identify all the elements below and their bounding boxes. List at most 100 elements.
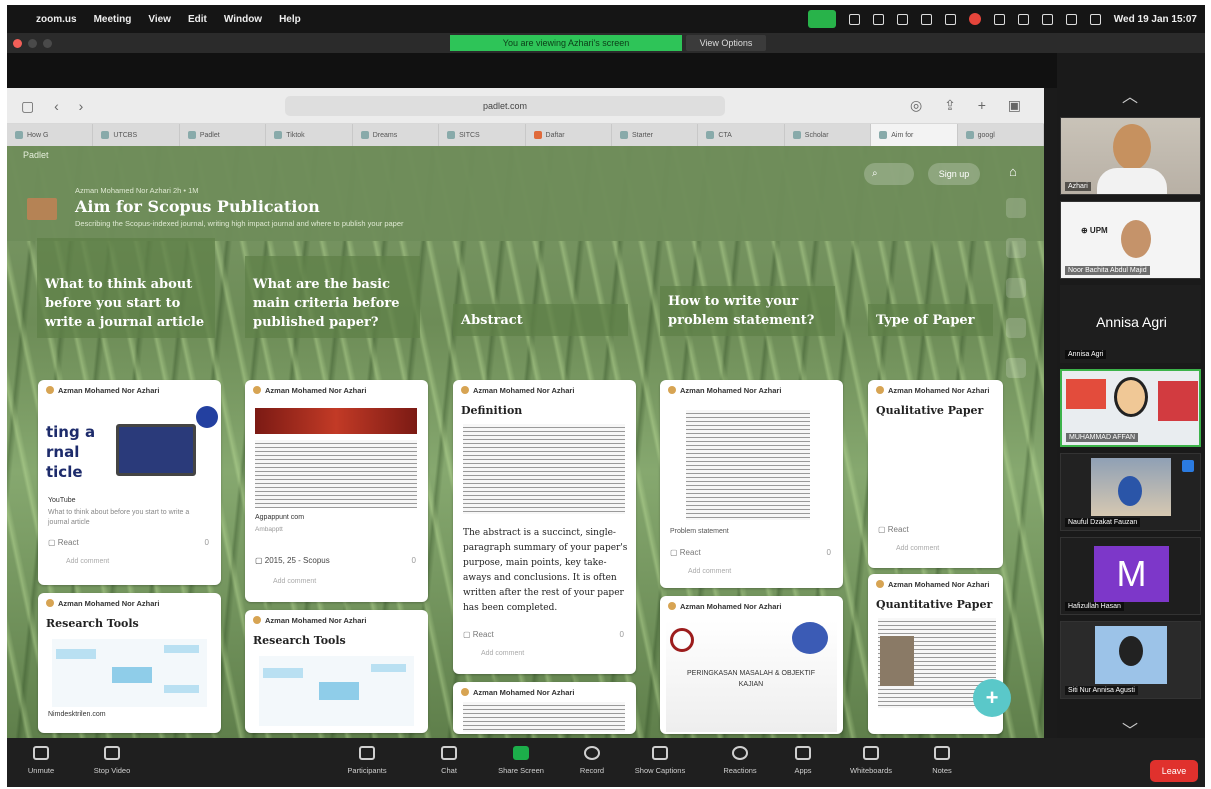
post-link[interactable]: ▢ 2015, 25 - Scopus [255, 556, 330, 565]
browser-tab[interactable]: Padlet [180, 124, 267, 146]
wifi-icon[interactable] [1041, 13, 1053, 25]
signup-button[interactable]: Sign up [928, 163, 980, 185]
chat-button[interactable]: Chat [419, 746, 479, 775]
browser-actions-icons[interactable]: ◎ ⇪ + ▣ [910, 97, 1030, 114]
video-tile[interactable]: Azhari [1060, 117, 1201, 195]
post-card[interactable]: Azman Mohamed Nor Azhari Research Tools … [38, 593, 221, 733]
grid-icon[interactable] [872, 13, 884, 25]
share-screen-button[interactable]: Share Screen [491, 746, 551, 775]
video-thumbnail[interactable]: ting a rnal ticle [46, 406, 218, 495]
react-button[interactable]: ▢ React [463, 630, 494, 639]
browser-tab[interactable]: Scholar [785, 124, 872, 146]
video-tile[interactable]: M Hafizullah Hasan [1060, 537, 1201, 615]
post-card[interactable]: Azman Mohamed Nor Azhari Qualitative Pap… [868, 380, 1003, 568]
react-button[interactable]: ▢ React [670, 548, 701, 557]
close-window-button[interactable] [13, 39, 22, 48]
view-options-button[interactable]: View Options [686, 35, 766, 51]
post-card[interactable]: Azman Mohamed Nor Azhari PERINGKASAN MAS… [660, 596, 843, 734]
menu-view[interactable]: View [148, 14, 171, 25]
share-icon[interactable] [1006, 238, 1026, 258]
video-tile[interactable]: Annisa Agri Annisa Agri [1060, 285, 1201, 363]
padlet-right-rail [1006, 198, 1028, 398]
browser-tab-active[interactable]: Aim for [871, 124, 958, 146]
video-tile-active-speaker[interactable]: MUHAMMAD AFFAN [1060, 369, 1201, 447]
video-tile[interactable]: ⊕ UPM Noor Bachita Abdul Majid [1060, 201, 1201, 279]
notification-icon[interactable] [968, 13, 981, 25]
notes-button[interactable]: Notes [912, 746, 972, 775]
minimize-window-button[interactable] [28, 39, 37, 48]
participant-name: MUHAMMAD AFFAN [1066, 433, 1139, 442]
browser-tab[interactable]: SITCS [439, 124, 526, 146]
post-card[interactable]: Azman Mohamed Nor Azhari Problem stateme… [660, 380, 843, 588]
browser-tab[interactable]: How G [7, 124, 94, 146]
whiteboard-icon [863, 746, 879, 760]
home-icon[interactable]: ⌂ [1009, 164, 1027, 182]
gallery-up-chevron-icon[interactable]: ︿ [1115, 83, 1145, 106]
post-card[interactable]: Azman Mohamed Nor Azhari [453, 682, 636, 734]
post-card[interactable]: Azman Mohamed Nor Azhari Definition The … [453, 380, 636, 674]
add-comment[interactable]: Add comment [66, 558, 109, 565]
slide-block [1066, 379, 1106, 409]
clock[interactable]: Wed 19 Jan 15:07 [1114, 14, 1197, 25]
browser-tab[interactable]: Dreams [353, 124, 440, 146]
unmute-button[interactable]: Unmute [11, 746, 71, 775]
browser-tab[interactable]: CTA [698, 124, 785, 146]
leave-button[interactable]: Leave [1150, 760, 1198, 782]
more-icon[interactable] [1006, 358, 1026, 378]
apps-button[interactable]: Apps [773, 746, 833, 775]
captions-button[interactable]: Show Captions [630, 746, 690, 775]
browser-tabs: How G UTCBS Padlet Tiktok Dreams SITCS D… [7, 124, 1044, 146]
browser-tab[interactable]: googl [958, 124, 1044, 146]
add-comment[interactable]: Add comment [896, 545, 939, 552]
add-comment[interactable]: Add comment [273, 578, 316, 585]
battery-icon[interactable] [1017, 13, 1029, 25]
menu-meeting[interactable]: Meeting [94, 14, 132, 25]
post-subcaption: Ambapptt [255, 526, 283, 533]
slideshow-icon[interactable] [1006, 318, 1026, 338]
address-bar[interactable]: padlet.com [285, 96, 725, 116]
close-icon[interactable] [1006, 198, 1026, 218]
post-card[interactable]: Azman Mohamed Nor Azhari Agpappunt com A… [245, 380, 428, 602]
padlet-search-button[interactable]: ⌕ [864, 163, 914, 185]
board-description: Describing the Scopus-indexed journal, w… [75, 219, 404, 228]
whiteboards-button[interactable]: Whiteboards [841, 746, 901, 775]
tile-logo-text: ⊕ UPM [1081, 226, 1108, 235]
post-card[interactable]: Azman Mohamed Nor Azhari ting a rnal tic… [38, 380, 221, 585]
comment-count: 0 [826, 548, 831, 557]
camera-icon[interactable] [896, 13, 908, 25]
shared-screen[interactable]: ▢ ‹ › padlet.com ◎ ⇪ + ▣ How G UTCBS Pad… [7, 88, 1044, 738]
remake-icon[interactable] [1006, 278, 1026, 298]
video-tile[interactable]: Siti Nur Annisa Agusti [1060, 621, 1201, 699]
browser-tab[interactable]: UTCBS [93, 124, 180, 146]
add-comment[interactable]: Add comment [481, 650, 524, 657]
control-center-icon[interactable] [1089, 13, 1101, 25]
add-post-button[interactable]: + [973, 679, 1011, 717]
browser-nav-icons[interactable]: ▢ ‹ › [21, 98, 91, 115]
menu-window[interactable]: Window [224, 14, 262, 25]
status-icon[interactable] [848, 13, 860, 25]
menu-app[interactable]: zoom.us [36, 14, 77, 25]
browser-tab[interactable]: Starter [612, 124, 699, 146]
gallery-down-chevron-icon[interactable]: ﹀ [1115, 717, 1145, 740]
browser-tab[interactable]: Tiktok [266, 124, 353, 146]
menu-help[interactable]: Help [279, 14, 301, 25]
search-icon[interactable] [1065, 13, 1077, 25]
react-button[interactable]: ▢ React [48, 538, 79, 547]
browser-tab[interactable]: Daftar [526, 124, 612, 146]
video-tile[interactable]: Nauful Dzakat Fauzan [1060, 453, 1201, 531]
comment-count: 0 [619, 630, 624, 639]
post-card[interactable]: Azman Mohamed Nor Azhari Research Tools [245, 610, 428, 733]
padlet-logo[interactable]: Padlet [23, 150, 49, 160]
react-button[interactable]: ▢ React [878, 525, 909, 534]
zoom-share-status-icon[interactable] [807, 10, 836, 28]
record-button[interactable]: Record [562, 746, 622, 775]
record-icon[interactable] [944, 13, 956, 25]
mail-icon[interactable] [920, 13, 932, 25]
fullscreen-window-button[interactable] [43, 39, 52, 48]
chat-icon[interactable] [993, 13, 1005, 25]
menu-edit[interactable]: Edit [188, 14, 207, 25]
reactions-button[interactable]: Reactions [710, 746, 770, 775]
add-comment[interactable]: Add comment [688, 568, 731, 575]
stop-video-button[interactable]: Stop Video [82, 746, 142, 775]
participants-button[interactable]: Participants [337, 746, 397, 775]
